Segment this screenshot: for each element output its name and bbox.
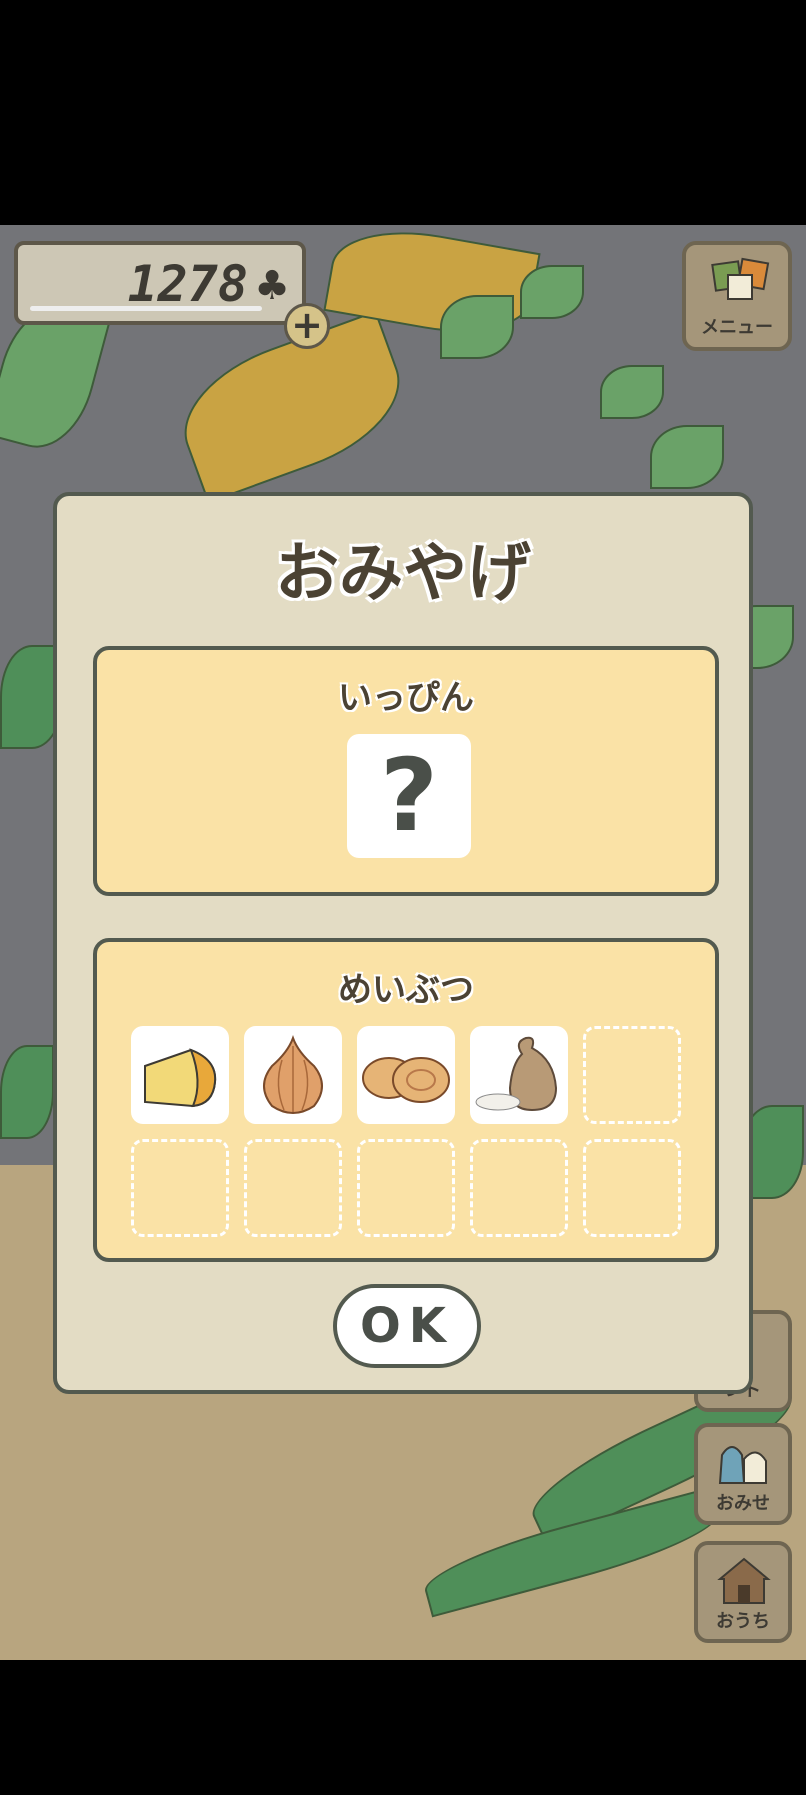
buns-icon — [362, 1057, 450, 1103]
special-item-panel: いっぴん ? — [93, 646, 719, 896]
ok-button[interactable]: OK — [333, 1284, 481, 1368]
leaf-decoration — [650, 425, 724, 489]
leaf-decoration — [520, 265, 584, 319]
rice-bag-icon — [475, 1036, 558, 1112]
dialog-title: おみやげ — [275, 537, 531, 611]
item-slot[interactable] — [131, 1026, 229, 1124]
onion-icon — [263, 1035, 323, 1114]
clover-counter: 1278 ♣ — [14, 241, 306, 325]
shop-button[interactable]: おみせ — [694, 1423, 792, 1525]
menu-cards-icon — [711, 257, 770, 300]
specialty-items-panel: めいぶつ — [93, 938, 719, 1262]
shop-label: おみせ — [716, 1493, 770, 1514]
unknown-item-slot[interactable]: ? — [347, 734, 471, 858]
specialty-items-title: めいぶつ — [338, 970, 474, 1010]
menu-button[interactable]: メニュー — [682, 241, 792, 351]
item-slot[interactable] — [357, 1026, 455, 1124]
clover-count: 1278 — [127, 255, 248, 313]
leaf-decoration — [440, 295, 514, 359]
menu-label: メニュー — [701, 317, 773, 338]
empty-item-slot — [244, 1139, 342, 1237]
empty-item-slot — [583, 1139, 681, 1237]
add-clovers-button[interactable]: + — [284, 303, 330, 349]
leaf-decoration — [600, 365, 664, 419]
clover-icon: ♣ — [254, 263, 290, 309]
home-button[interactable]: おうち — [694, 1541, 792, 1643]
empty-item-slot — [131, 1139, 229, 1237]
leaf-decoration — [0, 1045, 54, 1139]
house-icon — [717, 1557, 771, 1604]
empty-item-slot — [470, 1139, 568, 1237]
home-label: おうち — [716, 1611, 770, 1632]
empty-item-slot — [583, 1026, 681, 1124]
souvenir-dialog: おみやげ いっぴん ? めいぶつ OK — [53, 492, 753, 1394]
empty-item-slot — [357, 1139, 455, 1237]
item-slot[interactable] — [470, 1026, 568, 1124]
special-item-title: いっぴん — [338, 678, 474, 718]
game-screen: 1278 ♣ + メニュー ント おみせ おうち おみやげ いっぴん — [0, 225, 806, 1660]
shop-bags-icon — [718, 1446, 767, 1484]
item-slot[interactable] — [244, 1026, 342, 1124]
cheese-icon — [144, 1048, 217, 1108]
counter-highlight — [30, 306, 262, 311]
